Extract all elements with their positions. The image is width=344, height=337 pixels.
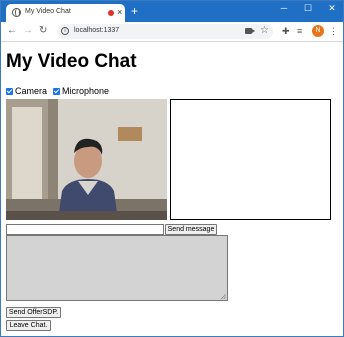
reload-button[interactable]: ↻ bbox=[39, 25, 47, 37]
microphone-checkbox[interactable] bbox=[53, 87, 61, 95]
camera-checkbox[interactable] bbox=[6, 87, 13, 95]
site-info-icon[interactable]: i bbox=[61, 27, 69, 35]
close-tab-icon[interactable]: × bbox=[117, 6, 122, 18]
message-input[interactable] bbox=[6, 224, 164, 235]
tab-strip: My Video Chat × + ─ ☐ ✕ bbox=[1, 1, 343, 22]
reading-list-icon[interactable]: ≡ bbox=[297, 25, 302, 37]
browser-menu-icon[interactable]: ⋮ bbox=[329, 25, 338, 37]
recording-indicator-icon bbox=[108, 10, 114, 16]
bookmark-star-icon[interactable]: ☆ bbox=[260, 25, 269, 37]
tab-my-video-chat[interactable]: My Video Chat × bbox=[6, 4, 125, 22]
camera-in-use-icon[interactable] bbox=[245, 28, 255, 34]
chat-log-textarea[interactable] bbox=[6, 235, 228, 301]
close-window-button[interactable]: ✕ bbox=[327, 3, 337, 14]
send-message-button[interactable]: Send message bbox=[165, 224, 217, 235]
window-controls: ─ ☐ ✕ bbox=[279, 3, 337, 14]
camera-label[interactable]: Camera bbox=[15, 86, 47, 96]
browser-toolbar: ← → ↻ i localhost:1337 ☆ ✚ ≡ N ⋮ bbox=[1, 22, 343, 42]
remote-video bbox=[170, 99, 331, 220]
maximize-button[interactable]: ☐ bbox=[303, 3, 313, 14]
microphone-label[interactable]: Microphone bbox=[62, 86, 109, 96]
resize-grip-icon[interactable] bbox=[221, 294, 226, 299]
send-offer-sdp-button[interactable]: Send OfferSDP. bbox=[6, 307, 61, 318]
extensions-icon[interactable]: ✚ bbox=[282, 25, 290, 37]
page-content: My Video Chat Camera Microphone Send mes… bbox=[2, 43, 344, 337]
minimize-button[interactable]: ─ bbox=[279, 3, 289, 14]
local-video bbox=[6, 99, 167, 220]
leave-chat-button[interactable]: Leave Chat. bbox=[6, 320, 51, 331]
profile-avatar[interactable]: N bbox=[312, 25, 324, 37]
forward-button[interactable]: → bbox=[23, 25, 33, 37]
page-title: My Video Chat bbox=[6, 51, 137, 72]
address-bar[interactable]: i localhost:1337 ☆ bbox=[57, 24, 273, 39]
globe-icon bbox=[12, 8, 21, 17]
browser-window: My Video Chat × + ─ ☐ ✕ ← → ↻ i localhos… bbox=[0, 0, 344, 337]
tab-title: My Video Chat bbox=[25, 8, 71, 15]
local-video-frame bbox=[6, 99, 167, 220]
url-text: localhost:1337 bbox=[74, 27, 120, 34]
back-button[interactable]: ← bbox=[7, 25, 17, 37]
media-options: Camera Microphone bbox=[6, 86, 115, 96]
new-tab-button[interactable]: + bbox=[131, 4, 138, 18]
